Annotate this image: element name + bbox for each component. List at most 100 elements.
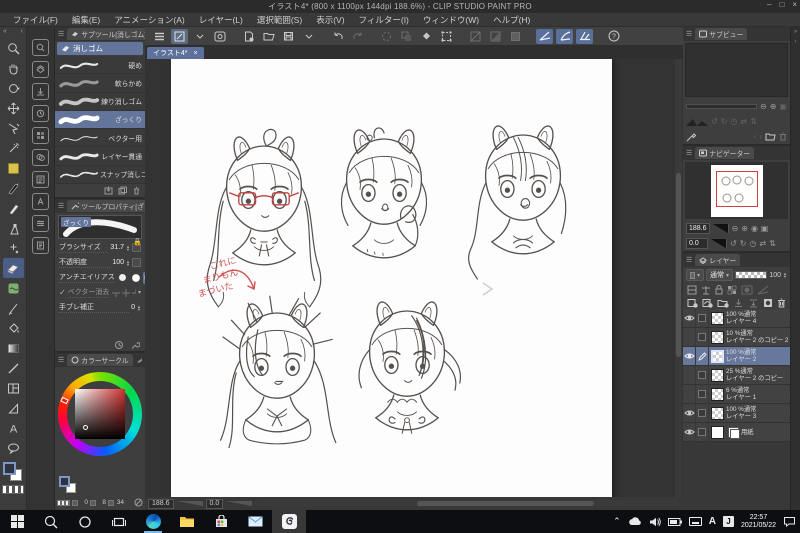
brush-size-stepper[interactable]: ▲ ▼ bbox=[126, 244, 130, 251]
hand-tool[interactable] bbox=[3, 58, 24, 78]
fill-tool[interactable] bbox=[3, 318, 24, 338]
dock-color-mixing-icon[interactable] bbox=[32, 149, 49, 166]
open-file-icon[interactable] bbox=[260, 29, 277, 44]
microsoft-store-button[interactable] bbox=[204, 510, 238, 533]
status-rotation-slider[interactable] bbox=[226, 501, 253, 506]
layer-row-2-selected[interactable]: 100 %通常 レイヤー 2 bbox=[683, 347, 790, 366]
layers-tab[interactable]: ☰ レイヤー bbox=[683, 253, 790, 267]
paper-thumbnail[interactable] bbox=[711, 426, 724, 439]
transform-icon[interactable] bbox=[438, 29, 455, 44]
redo-icon[interactable] bbox=[349, 29, 366, 44]
visible-eye-icon[interactable] bbox=[683, 352, 695, 360]
transparent-chip[interactable] bbox=[57, 499, 70, 506]
canvas-tab[interactable]: イラスト4* × bbox=[147, 47, 204, 59]
eyedropper-icon[interactable] bbox=[686, 132, 696, 142]
navigator-rotation-value[interactable]: 0.0 bbox=[686, 238, 708, 249]
canvas-page[interactable]: これに まりもん まづいた bbox=[171, 59, 612, 497]
frame-border-tool[interactable] bbox=[3, 378, 24, 398]
decoration-tool[interactable] bbox=[3, 238, 24, 258]
dock-subtool-detail-icon[interactable] bbox=[32, 171, 49, 188]
main-color-swatch[interactable] bbox=[59, 476, 70, 487]
rotate-view-tool[interactable] bbox=[3, 78, 24, 98]
navigator-preview[interactable] bbox=[685, 162, 788, 219]
blend-tool[interactable] bbox=[3, 278, 24, 298]
nav-rotate-right-icon[interactable]: ↻ bbox=[740, 239, 747, 248]
rotate-right-icon[interactable]: ↻ bbox=[721, 117, 728, 126]
menu-animation[interactable]: アニメーション(A) bbox=[107, 14, 192, 26]
brush-size-value[interactable]: 31.7 bbox=[110, 244, 124, 251]
maximize-button[interactable]: □ bbox=[779, 0, 784, 9]
layer-palette-color-combo[interactable]: ▾ bbox=[686, 269, 704, 281]
help-icon[interactable]: ? bbox=[605, 29, 622, 44]
save-dropdown-caret[interactable] bbox=[300, 29, 317, 44]
menu-edit[interactable]: 編集(E) bbox=[65, 14, 107, 26]
panel-menu-icon[interactable]: ☰ bbox=[686, 256, 692, 264]
color-history-icon[interactable] bbox=[134, 498, 143, 507]
invert-selection-icon[interactable] bbox=[398, 29, 415, 44]
vector-erase-mode-icons[interactable] bbox=[111, 288, 136, 298]
layer-row-2-copy-2[interactable]: 10 %通常 レイヤー 2 のコピー 2 bbox=[683, 328, 790, 347]
battery-icon[interactable] bbox=[667, 517, 682, 526]
ruler-tool[interactable] bbox=[3, 398, 24, 418]
expand-dock-icon[interactable]: » bbox=[794, 29, 797, 35]
layer-row-paper[interactable]: 用紙 bbox=[683, 423, 790, 442]
prev-image-icon[interactable]: ‹ bbox=[754, 132, 757, 141]
layer-checkbox[interactable] bbox=[698, 333, 706, 341]
delete-layer-icon[interactable] bbox=[777, 298, 786, 308]
layer-row-3[interactable]: 100 %通常 レイヤー 3 bbox=[683, 404, 790, 423]
deselect-icon[interactable] bbox=[378, 29, 395, 44]
panel-menu-icon[interactable]: ☰ bbox=[58, 202, 64, 210]
taskbar-clock[interactable]: 22:57 2021/05/22 bbox=[741, 514, 776, 530]
color-wheel-tab[interactable]: ☰ カラーサークル bbox=[55, 353, 145, 367]
layer-row-4[interactable]: 100 %通常 レイヤー 4 bbox=[683, 309, 790, 328]
duplicate-subtool-icon[interactable] bbox=[118, 186, 127, 195]
dock-color-set-icon[interactable] bbox=[32, 127, 49, 144]
stabilization-value[interactable]: 0 bbox=[131, 304, 135, 311]
nav-fit-icon[interactable]: ▣ bbox=[761, 224, 769, 233]
snap-off-icon[interactable] bbox=[467, 29, 484, 44]
subtool-item-vector[interactable]: ベクター用 bbox=[55, 129, 145, 148]
lock-layer-icon[interactable] bbox=[715, 284, 723, 295]
layer-thumbnail[interactable] bbox=[711, 312, 724, 325]
auto-select-tool[interactable] bbox=[3, 138, 24, 158]
zoom-in-icon[interactable]: ⊕ bbox=[770, 102, 777, 111]
figure-tool[interactable] bbox=[3, 358, 24, 378]
dock-timeline-icon[interactable] bbox=[32, 215, 49, 232]
balloon-tool[interactable] bbox=[3, 438, 24, 458]
aa-none[interactable] bbox=[117, 272, 129, 284]
open-subview-folder-icon[interactable] bbox=[765, 132, 776, 141]
subtool-panel-tab[interactable]: ☰ サブツール[消しゴム] bbox=[55, 27, 151, 41]
cortana-button[interactable] bbox=[68, 510, 102, 533]
layer-thumbnail[interactable] bbox=[711, 388, 724, 401]
ime-toolbar-icon[interactable] bbox=[688, 517, 702, 526]
menu-view[interactable]: 表示(V) bbox=[309, 14, 351, 26]
subtool-item-soft[interactable]: 軟らかめ bbox=[55, 74, 145, 93]
panel-menu-icon[interactable]: ☰ bbox=[686, 149, 692, 157]
visible-eye-icon[interactable] bbox=[683, 314, 695, 322]
start-button[interactable] bbox=[0, 510, 34, 533]
menu-filter[interactable]: フィルター(I) bbox=[352, 14, 416, 26]
layer-thumbnail[interactable] bbox=[711, 350, 724, 363]
dock-history-icon[interactable] bbox=[32, 105, 49, 122]
layer-checkbox[interactable] bbox=[698, 409, 706, 417]
subview-tab[interactable]: ☰ サブビュー bbox=[683, 27, 790, 41]
collapsed-dock-strip[interactable]: » › bbox=[790, 27, 800, 510]
taskbar-search-button[interactable] bbox=[34, 510, 68, 533]
merge-down-icon[interactable] bbox=[748, 298, 759, 308]
flip-vertical-icon[interactable]: ⇅ bbox=[750, 117, 757, 126]
dock-material-icon[interactable] bbox=[32, 61, 49, 78]
color-slider-tab-icon[interactable] bbox=[136, 356, 142, 364]
reference-layer-icon[interactable] bbox=[701, 285, 711, 295]
layer-checkbox[interactable] bbox=[698, 314, 706, 322]
fit-screen-icon[interactable]: ▣ bbox=[779, 102, 787, 111]
reset-settings-icon[interactable] bbox=[114, 340, 124, 350]
visible-eye-icon[interactable] bbox=[683, 409, 695, 417]
flip-horizontal-icon[interactable]: ⇄ bbox=[740, 117, 747, 126]
zoom-tool[interactable] bbox=[3, 38, 24, 58]
enable-mask-icon[interactable] bbox=[741, 285, 753, 295]
vector-erase-checkbox[interactable]: ✓ bbox=[59, 288, 66, 297]
dock-auto-action-icon[interactable] bbox=[32, 193, 49, 210]
clip-studio-paint-button[interactable] bbox=[272, 510, 306, 533]
palette-collapse-arrows[interactable]: «‹ bbox=[0, 28, 26, 38]
dock-download-icon[interactable] bbox=[32, 83, 49, 100]
